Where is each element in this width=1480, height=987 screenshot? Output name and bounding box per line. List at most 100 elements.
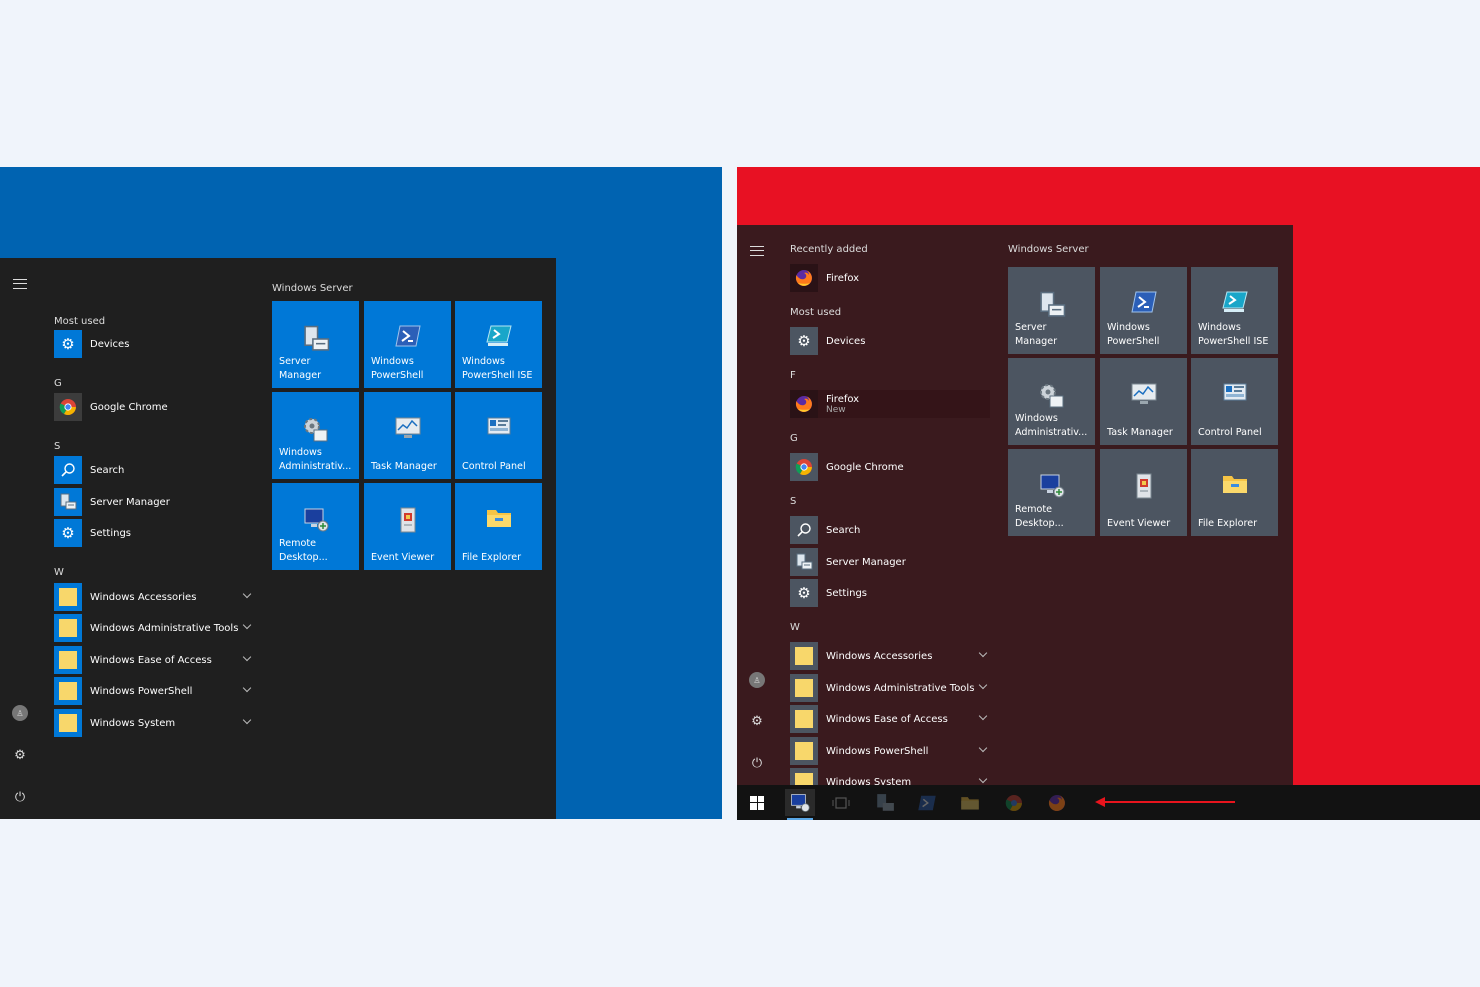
list-item-label: Server Manager [826, 556, 906, 568]
settings-gear-icon[interactable]: ⚙ [747, 711, 767, 731]
tile-task-manager[interactable]: Task Manager [364, 392, 451, 479]
tile-windows-powershell-ise[interactable]: Windows PowerShell ISE [1191, 267, 1278, 354]
list-item-search[interactable]: Search [54, 456, 254, 484]
list-item-server-manager[interactable]: Server Manager [790, 548, 990, 576]
chevron-down-icon[interactable] [242, 589, 252, 599]
tile-group-title[interactable]: Windows Server [1008, 244, 1089, 255]
tile-event-viewer[interactable]: Event Viewer [364, 483, 451, 570]
chrome-icon[interactable] [999, 789, 1029, 816]
server-manager-icon [790, 548, 818, 576]
file-explorer-icon[interactable] [955, 789, 985, 816]
tile-label: Control Panel [1198, 427, 1262, 438]
letter-header-s[interactable]: S [790, 496, 796, 507]
list-item-label: Server Manager [90, 496, 170, 508]
task-view-icon[interactable] [826, 789, 856, 816]
most-used-header: Most used [54, 316, 106, 327]
powershell-icon[interactable] [912, 789, 942, 816]
list-item-label: Windows Accessories [90, 591, 197, 603]
tile-file-explorer[interactable]: File Explorer [1191, 449, 1278, 536]
firefox-icon[interactable] [1042, 789, 1072, 816]
list-item-devices[interactable]: ⚙ Devices [790, 327, 990, 355]
server-manager-icon[interactable] [870, 789, 900, 816]
chevron-down-icon[interactable] [242, 683, 252, 693]
tile-label: Windows PowerShell ISE [462, 356, 533, 381]
letter-header-w[interactable]: W [790, 622, 800, 633]
tile-windows-administrative-tools[interactable]: Windows Administrativ... [1008, 358, 1095, 445]
list-item-label: Windows Ease of Access [90, 654, 212, 666]
hamburger-icon[interactable] [747, 241, 767, 261]
list-item-windows-accessories[interactable]: Windows Accessories [54, 583, 254, 611]
list-item-firefox-new[interactable]: Firefox New [790, 390, 990, 418]
list-item-label: Search [90, 464, 125, 476]
hamburger-icon[interactable] [10, 274, 30, 294]
gear-icon: ⚙ [54, 330, 82, 358]
right-screenshot: ♙ ⚙ ⏻ Recently added Firefox Most used ⚙… [737, 167, 1480, 820]
list-item-label: Windows Accessories [826, 650, 933, 662]
list-item-windows-ease-of-access[interactable]: Windows Ease of Access [790, 705, 990, 733]
tile-label: Windows PowerShell ISE [1198, 322, 1269, 347]
tile-remote-desktop[interactable]: Remote Desktop... [1008, 449, 1095, 536]
taskbar [737, 785, 1480, 820]
remote-desktop-icon [302, 507, 330, 538]
admin-tools-icon [302, 416, 330, 449]
list-item-windows-system[interactable]: Windows System [54, 709, 254, 737]
list-item-label: Devices [90, 338, 130, 350]
file-explorer-icon [1222, 473, 1248, 500]
list-item-search[interactable]: Search [790, 516, 990, 544]
firefox-icon [790, 264, 818, 292]
tile-label: Remote Desktop... [279, 538, 328, 563]
letter-header-g[interactable]: G [54, 378, 62, 389]
tile-windows-powershell-ise[interactable]: Windows PowerShell ISE [455, 301, 542, 388]
tile-group-title[interactable]: Windows Server [272, 283, 353, 294]
settings-gear-icon[interactable]: ⚙ [10, 745, 30, 765]
user-avatar-icon[interactable]: ♙ [747, 670, 767, 690]
folder-icon [790, 737, 818, 765]
power-icon[interactable]: ⏻ [747, 753, 767, 773]
tile-server-manager[interactable]: Server Manager [1008, 267, 1095, 354]
tile-task-manager[interactable]: Task Manager [1100, 358, 1187, 445]
tile-event-viewer[interactable]: Event Viewer [1100, 449, 1187, 536]
list-item-google-chrome[interactable]: Google Chrome [790, 453, 990, 481]
remote-desktop-icon [1038, 473, 1066, 504]
tile-windows-powershell[interactable]: Windows PowerShell [1100, 267, 1187, 354]
chevron-down-icon[interactable] [978, 711, 988, 721]
letter-header-w[interactable]: W [54, 567, 64, 578]
list-item-firefox-recent[interactable]: Firefox [790, 264, 990, 292]
chevron-down-icon[interactable] [242, 715, 252, 725]
chevron-down-icon[interactable] [978, 648, 988, 658]
list-item-settings[interactable]: ⚙ Settings [790, 579, 990, 607]
tile-windows-administrative-tools[interactable]: Windows Administrativ... [272, 392, 359, 479]
tile-server-manager[interactable]: Server Manager [272, 301, 359, 388]
letter-header-g[interactable]: G [790, 433, 798, 444]
chevron-down-icon[interactable] [242, 652, 252, 662]
list-item-google-chrome[interactable]: Google Chrome [54, 393, 254, 421]
list-item-windows-administrative-tools[interactable]: Windows Administrative Tools [54, 614, 254, 642]
list-item-windows-powershell[interactable]: Windows PowerShell [790, 737, 990, 765]
remote-desktop-icon[interactable] [785, 789, 815, 820]
letter-header-s[interactable]: S [54, 441, 60, 452]
chevron-down-icon[interactable] [242, 620, 252, 630]
list-item-windows-powershell[interactable]: Windows PowerShell [54, 677, 254, 705]
tile-windows-powershell[interactable]: Windows PowerShell [364, 301, 451, 388]
chevron-down-icon[interactable] [978, 743, 988, 753]
list-item-windows-accessories[interactable]: Windows Accessories [790, 642, 990, 670]
tile-label: File Explorer [462, 552, 522, 563]
windows-start-icon[interactable] [742, 789, 772, 816]
tile-control-panel[interactable]: Control Panel [455, 392, 542, 479]
list-item-settings[interactable]: ⚙ Settings [54, 519, 254, 547]
list-item-windows-ease-of-access[interactable]: Windows Ease of Access [54, 646, 254, 674]
letter-header-f[interactable]: F [790, 370, 796, 381]
file-explorer-icon [486, 507, 512, 534]
power-icon[interactable]: ⏻ [10, 787, 30, 807]
user-avatar-icon[interactable]: ♙ [10, 703, 30, 723]
powershell-ise-icon [1221, 291, 1248, 318]
tile-file-explorer[interactable]: File Explorer [455, 483, 542, 570]
list-item-windows-administrative-tools[interactable]: Windows Administrative Tools [790, 674, 990, 702]
list-item-devices[interactable]: ⚙ Devices [54, 330, 254, 358]
tile-control-panel[interactable]: Control Panel [1191, 358, 1278, 445]
tile-remote-desktop[interactable]: Remote Desktop... [272, 483, 359, 570]
folder-icon [54, 583, 82, 611]
chevron-down-icon[interactable] [978, 774, 988, 784]
list-item-server-manager[interactable]: Server Manager [54, 488, 254, 516]
chevron-down-icon[interactable] [978, 680, 988, 690]
